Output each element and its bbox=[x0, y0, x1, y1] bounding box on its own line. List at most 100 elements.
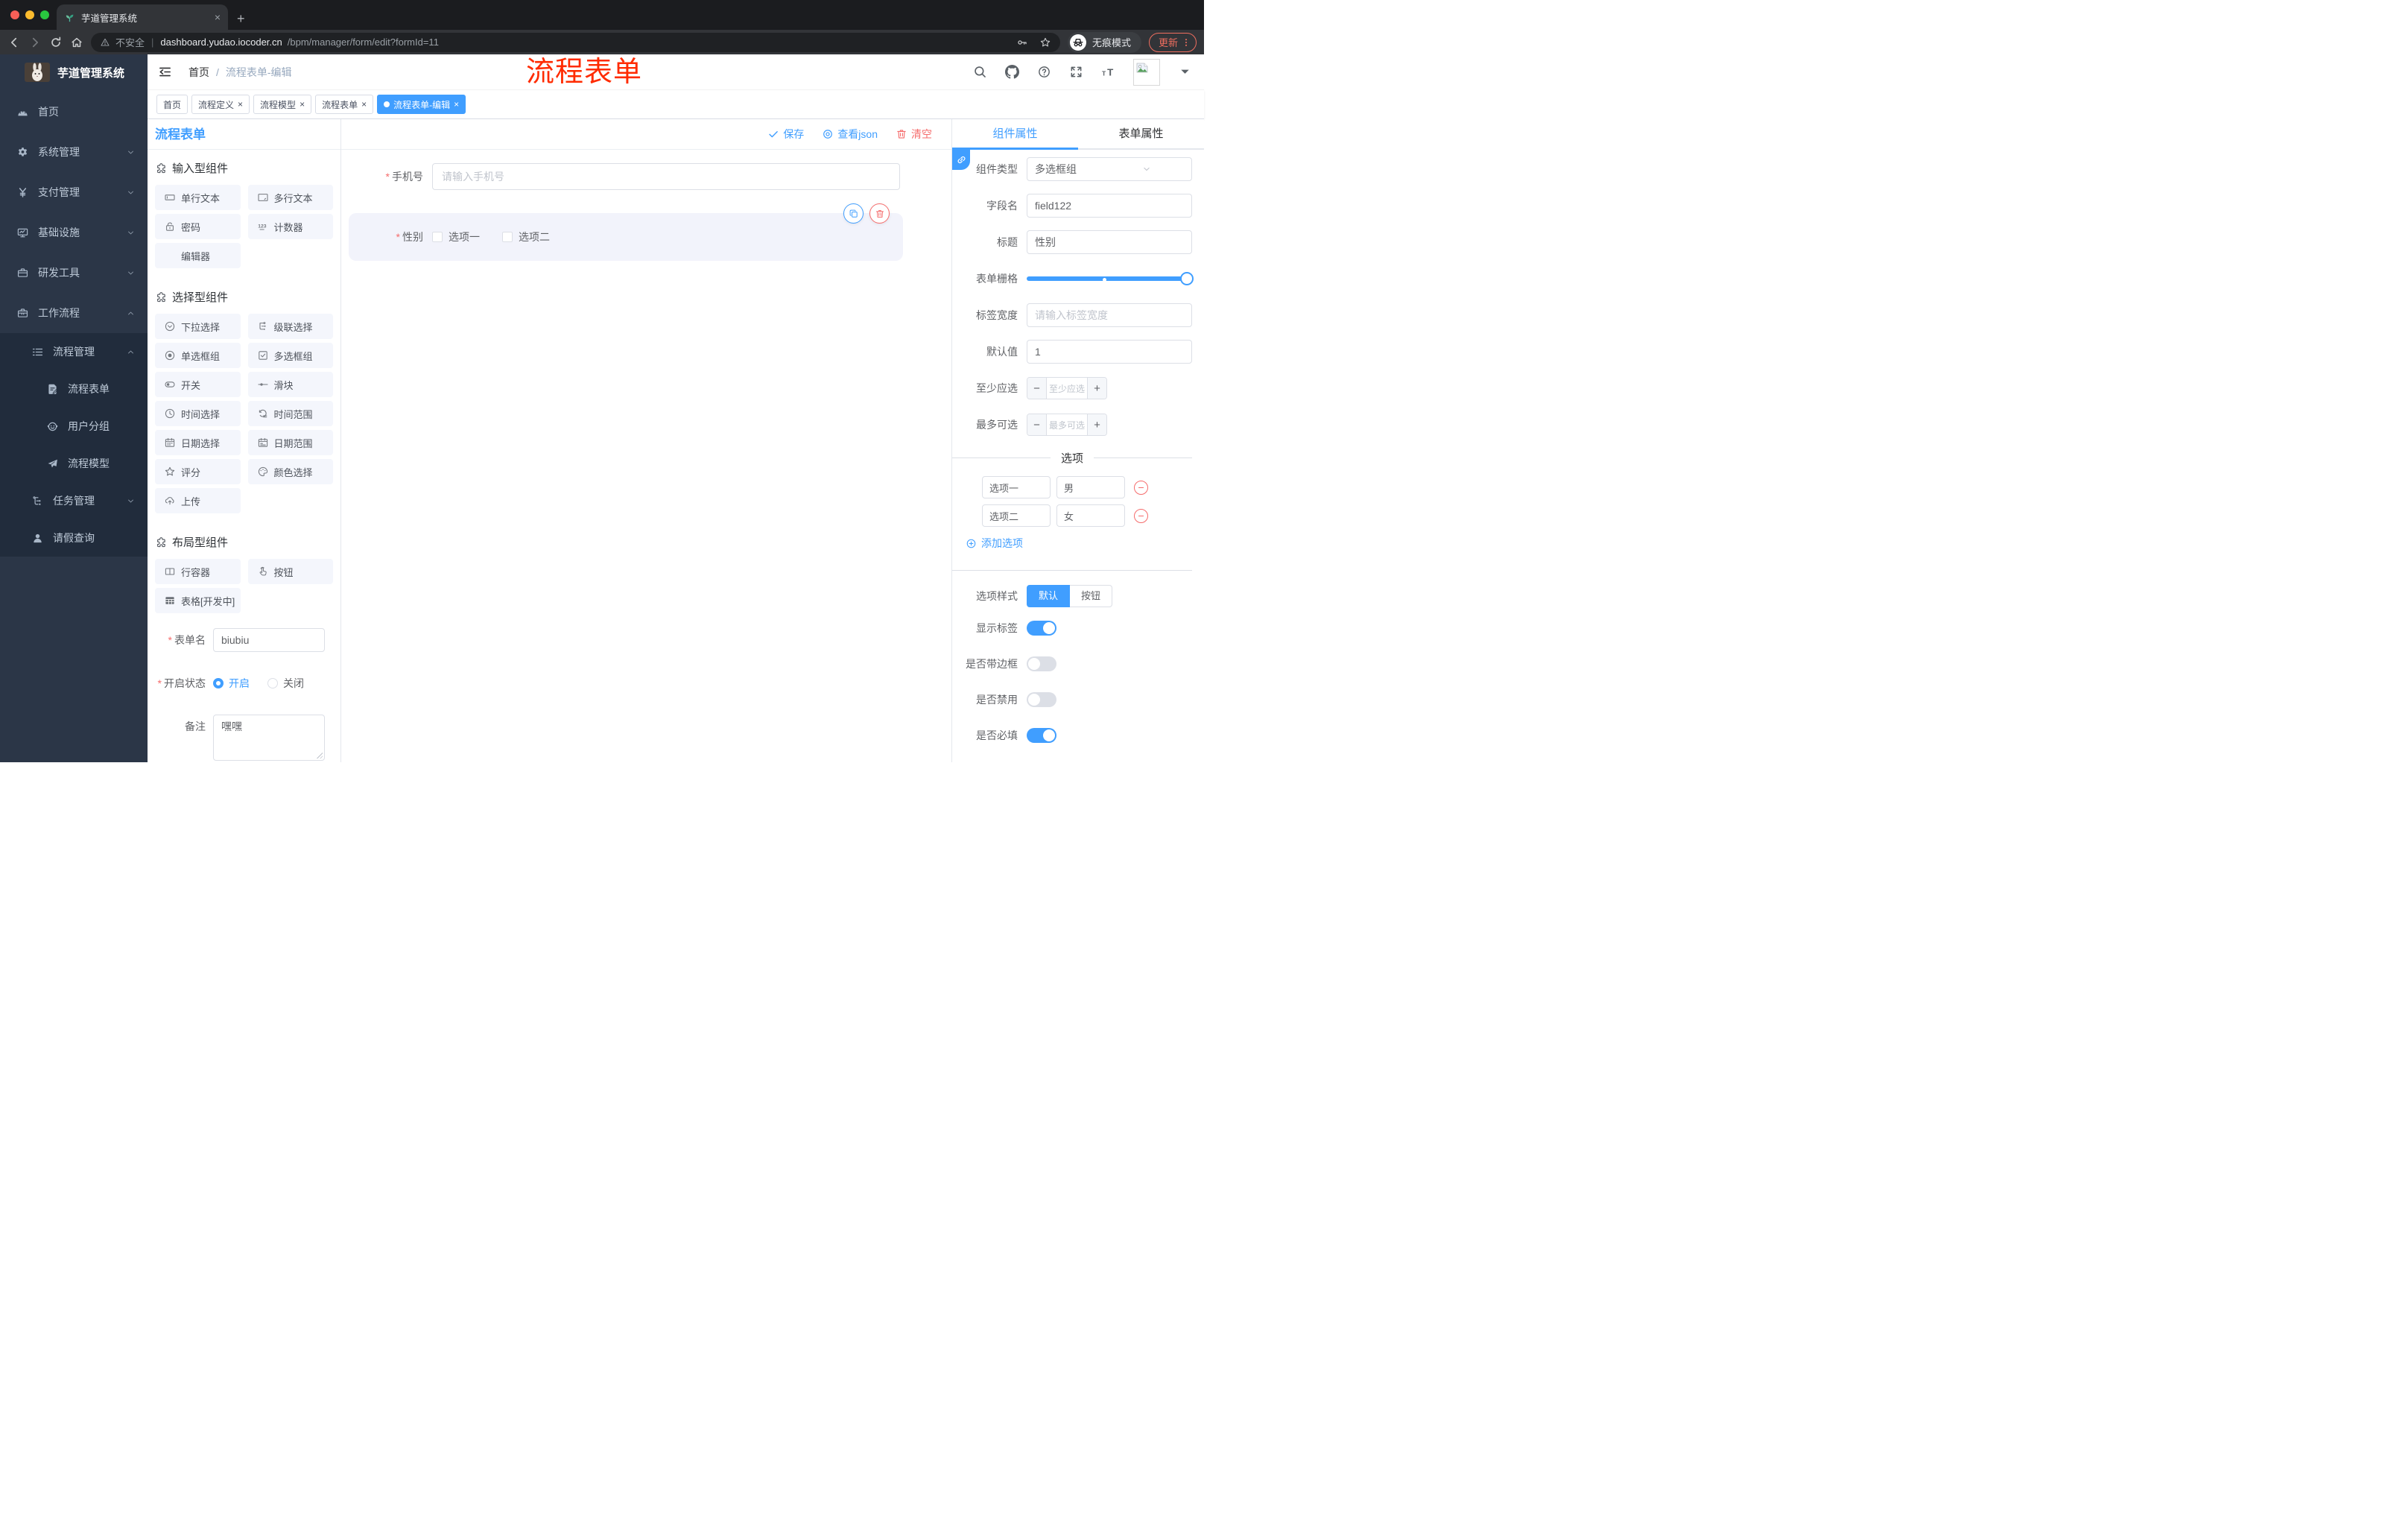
tab-close-icon[interactable]: × bbox=[215, 11, 221, 23]
inspector-input-5[interactable] bbox=[1027, 340, 1192, 364]
palette-component-select-icon[interactable]: 下拉选择 bbox=[155, 314, 241, 339]
password-key-icon[interactable] bbox=[1016, 37, 1028, 48]
palette-component-checkbox-icon[interactable]: 多选框组 bbox=[247, 343, 333, 368]
grid-span-slider[interactable] bbox=[1027, 267, 1194, 291]
stepper-decrease-button[interactable]: − bbox=[1027, 414, 1047, 435]
minimize-window-button[interactable] bbox=[25, 10, 34, 19]
tab-close-icon[interactable]: × bbox=[454, 100, 459, 109]
avatar[interactable] bbox=[1133, 58, 1160, 86]
palette-component-switch-icon[interactable]: 开关 bbox=[155, 372, 241, 397]
home-icon[interactable] bbox=[70, 36, 83, 49]
sidebar-item[interactable]: 研发工具 bbox=[0, 253, 148, 293]
sidebar-item[interactable]: 基础设施 bbox=[0, 212, 148, 253]
sidebar-item[interactable]: 流程管理 bbox=[0, 333, 148, 370]
kebab-menu-icon[interactable] bbox=[1181, 37, 1191, 48]
palette-component-time-icon[interactable]: 时间选择 bbox=[155, 401, 241, 426]
palette-component-star-icon[interactable]: 评分 bbox=[155, 459, 241, 484]
inspector-input-4[interactable] bbox=[1027, 303, 1192, 327]
palette-component-item[interactable]: 编辑器 bbox=[155, 243, 241, 268]
gender-field-selected-block[interactable]: 性别 选项一 选项二 bbox=[349, 203, 903, 261]
sidebar-item[interactable]: 工作流程 bbox=[0, 293, 148, 333]
option-style-choice[interactable]: 默认 bbox=[1027, 585, 1071, 607]
inspector-input-2[interactable] bbox=[1027, 230, 1192, 254]
palette-component-cascader-icon[interactable]: 级联选择 bbox=[247, 314, 333, 339]
zoom-window-button[interactable] bbox=[40, 10, 49, 19]
help-icon[interactable] bbox=[1037, 65, 1051, 79]
new-tab-button[interactable]: + bbox=[237, 12, 245, 25]
avatar-caret-icon[interactable] bbox=[1178, 65, 1192, 79]
palette-component-counter-icon[interactable]: 123 计数器 bbox=[247, 214, 333, 239]
gender-checkbox-option[interactable]: 选项二 bbox=[502, 229, 550, 244]
copy-component-button[interactable] bbox=[843, 203, 864, 224]
palette-component-palette-icon[interactable]: 颜色选择 bbox=[247, 459, 333, 484]
back-icon[interactable] bbox=[7, 36, 21, 49]
remove-option-button[interactable] bbox=[1134, 480, 1148, 495]
address-bar[interactable]: 不安全 | dashboard.yudao.iocoder.cn/bpm/man… bbox=[91, 32, 1060, 52]
toggle-switch[interactable] bbox=[1027, 692, 1056, 707]
toggle-switch[interactable] bbox=[1027, 656, 1056, 671]
window-controls[interactable] bbox=[10, 10, 49, 19]
palette-component-slider-icon[interactable]: 滑块 bbox=[247, 372, 333, 397]
page-tab[interactable]: 流程表单 × bbox=[315, 95, 374, 114]
browser-tab[interactable]: 芋道管理系统 × bbox=[57, 4, 228, 30]
save-button[interactable]: 保存 bbox=[767, 127, 804, 142]
phone-field-row[interactable]: 手机号 bbox=[341, 163, 951, 190]
close-window-button[interactable] bbox=[10, 10, 19, 19]
forward-icon[interactable] bbox=[28, 36, 42, 49]
update-button[interactable]: 更新 bbox=[1148, 32, 1197, 52]
page-tab[interactable]: 流程定义 × bbox=[191, 95, 250, 114]
reload-icon[interactable] bbox=[49, 36, 63, 49]
toggle-switch[interactable] bbox=[1027, 728, 1056, 743]
clear-button[interactable]: 清空 bbox=[896, 127, 932, 142]
tab-close-icon[interactable]: × bbox=[361, 100, 367, 109]
tab-form-props[interactable]: 表单属性 bbox=[1078, 119, 1204, 148]
stepper-value[interactable]: 最多可选 bbox=[1047, 414, 1087, 435]
inspector-input-1[interactable] bbox=[1027, 194, 1192, 218]
slider-handle[interactable] bbox=[1180, 272, 1194, 285]
stepper-increase-button[interactable]: + bbox=[1087, 378, 1106, 399]
palette-component-date-range-icon[interactable]: 日期范围 bbox=[247, 430, 333, 455]
option-value-input[interactable] bbox=[1056, 476, 1125, 498]
tab-component-props[interactable]: 组件属性 bbox=[952, 119, 1078, 150]
component-type-select[interactable]: 多选框组 bbox=[1027, 157, 1192, 181]
palette-component-textarea-icon[interactable]: 多行文本 bbox=[247, 185, 333, 210]
sidebar-item[interactable]: 请假查询 bbox=[0, 519, 148, 557]
sidebar-item[interactable]: 流程模型 bbox=[0, 445, 148, 482]
palette-component-radio-icon[interactable]: 单选框组 bbox=[155, 343, 241, 368]
status-radio-off[interactable]: 关闭 bbox=[267, 676, 304, 691]
phone-input[interactable] bbox=[432, 163, 900, 190]
sidebar-item[interactable]: 流程表单 bbox=[0, 370, 148, 408]
page-tab[interactable]: 首页 bbox=[156, 95, 188, 114]
tab-close-icon[interactable]: × bbox=[300, 100, 305, 109]
fullscreen-icon[interactable] bbox=[1069, 65, 1083, 79]
delete-component-button[interactable] bbox=[869, 203, 890, 224]
palette-component-date-icon[interactable]: 日期选择 bbox=[155, 430, 241, 455]
page-tab[interactable]: 流程模型 × bbox=[253, 95, 312, 114]
stepper-value[interactable]: 至少应选 bbox=[1047, 378, 1087, 399]
bookmark-star-icon[interactable] bbox=[1039, 37, 1051, 48]
font-size-icon[interactable]: TT bbox=[1101, 65, 1115, 79]
app-logo[interactable]: 芋道管理系统 bbox=[0, 54, 148, 90]
sidebar-item[interactable]: 首页 bbox=[0, 92, 148, 132]
status-radio-on[interactable]: 开启 bbox=[213, 676, 250, 691]
link-handle-button[interactable] bbox=[952, 150, 970, 170]
form-name-input[interactable] bbox=[213, 628, 325, 652]
toggle-switch[interactable] bbox=[1027, 621, 1056, 636]
sidebar-fold-icon[interactable] bbox=[158, 65, 172, 79]
palette-component-table-icon[interactable]: 表格[开发中] bbox=[155, 588, 241, 613]
stepper-increase-button[interactable]: + bbox=[1087, 414, 1106, 435]
palette-component-button-icon[interactable]: 按钮 bbox=[247, 559, 333, 584]
sidebar-item[interactable]: 支付管理 bbox=[0, 172, 148, 212]
option-value-input[interactable] bbox=[1056, 504, 1125, 527]
resize-grip[interactable] bbox=[316, 752, 323, 759]
remark-textarea[interactable] bbox=[213, 715, 325, 761]
stepper-decrease-button[interactable]: − bbox=[1027, 378, 1047, 399]
sidebar-item[interactable]: 用户分组 bbox=[0, 408, 148, 445]
option-label-input[interactable] bbox=[982, 476, 1051, 498]
sidebar-item[interactable]: 任务管理 bbox=[0, 482, 148, 519]
view-json-button[interactable]: 查看json bbox=[822, 127, 878, 142]
breadcrumb-home[interactable]: 首页 bbox=[188, 65, 209, 80]
palette-component-input-icon[interactable]: 单行文本 bbox=[155, 185, 241, 210]
option-label-input[interactable] bbox=[982, 504, 1051, 527]
add-option-button[interactable]: 添加选项 bbox=[952, 536, 1192, 551]
